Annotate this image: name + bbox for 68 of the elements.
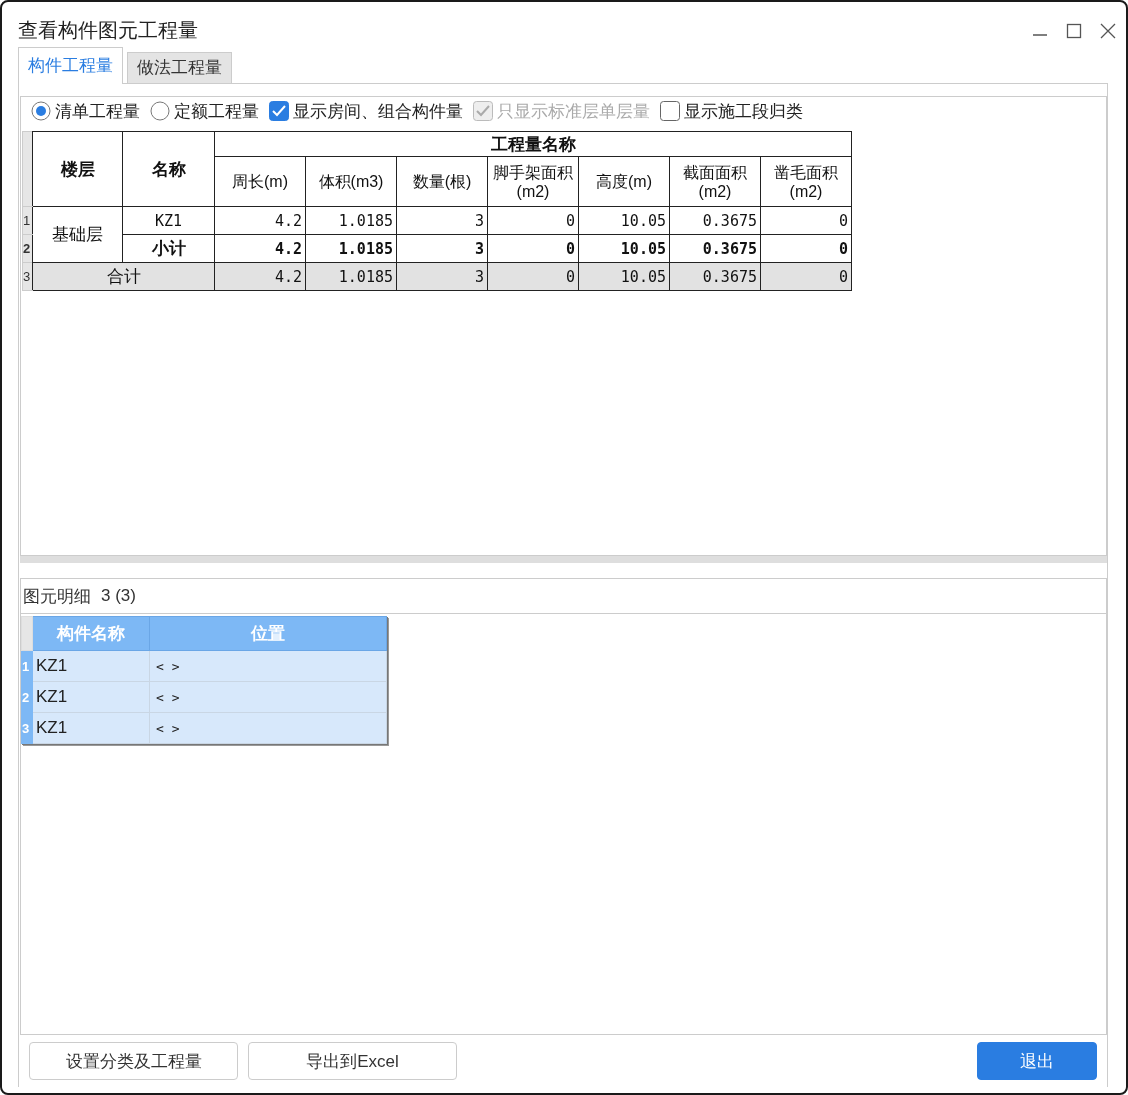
table-cell: KZ1	[32, 681, 150, 713]
tab[interactable]: 做法工程量	[127, 52, 232, 83]
row-header	[21, 616, 33, 651]
option-label: 清单工程量	[55, 100, 140, 123]
column-header: 位置	[149, 616, 387, 651]
checkbox[interactable]	[660, 101, 680, 121]
column-header: 体积(m3)	[305, 156, 397, 207]
table-cell: 10.05	[578, 206, 670, 235]
row-number: 1	[21, 650, 33, 682]
table-cell: 3	[396, 206, 488, 235]
row-number: 2	[21, 681, 33, 713]
column-header: 高度(m)	[578, 156, 670, 207]
table-cell: KZ1	[32, 650, 150, 682]
table-cell: 0	[760, 262, 852, 291]
table-cell: 0	[760, 206, 852, 235]
table-cell: 10.05	[578, 262, 670, 291]
option-label: 定额工程量	[174, 100, 259, 123]
row-number: 1	[22, 206, 33, 235]
column-header: 脚手架面积(m2)	[487, 156, 579, 207]
table-cell: 0.3675	[669, 262, 761, 291]
row-number: 3	[22, 262, 33, 291]
maximize-icon[interactable]	[1066, 23, 1082, 39]
column-header: 数量(根)	[396, 156, 488, 207]
table-cell: KZ1	[32, 712, 150, 744]
option-label: 显示房间、组合构件量	[293, 100, 463, 123]
table-cell: 10.05	[578, 234, 670, 263]
button[interactable]: 设置分类及工程量	[29, 1042, 238, 1080]
table-cell: 1.0185	[305, 262, 397, 291]
column-header: 楼层	[32, 131, 123, 207]
table-cell: 小计	[122, 234, 215, 263]
table-cell: 4.2	[214, 234, 306, 263]
column-header: 截面面积(m2)	[669, 156, 761, 207]
count-label: 3 (3)	[101, 586, 136, 606]
button[interactable]: 导出到Excel	[248, 1042, 457, 1080]
option-label: 显示施工段归类	[684, 100, 803, 123]
column-header: 周长(m)	[214, 156, 306, 207]
option-label: 只显示标准层单层量	[497, 100, 650, 123]
button[interactable]: 退出	[977, 1042, 1097, 1080]
window-title: 查看构件图元工程量	[18, 18, 198, 43]
column-header: 凿毛面积(m2)	[760, 156, 852, 207]
row-number: 3	[21, 712, 33, 744]
close-icon[interactable]	[1100, 23, 1116, 39]
table-cell: 4.2	[214, 262, 306, 291]
table-cell: 0.3675	[669, 206, 761, 235]
radio-button[interactable]	[150, 101, 170, 121]
tab[interactable]: 构件工程量	[18, 47, 123, 84]
table-cell: 1.0185	[305, 206, 397, 235]
table-cell: 3	[396, 234, 488, 263]
column-header: 构件名称	[32, 616, 150, 651]
checkbox[interactable]	[269, 101, 289, 121]
table-cell: 4.2	[214, 206, 306, 235]
table-cell: < >	[149, 712, 387, 744]
table-cell: < >	[149, 681, 387, 713]
table-cell: KZ1	[122, 206, 215, 235]
column-header: 工程量名称	[214, 131, 852, 157]
table-cell: 3	[396, 262, 488, 291]
row-number: 2	[22, 234, 33, 263]
table-cell: 0	[487, 206, 579, 235]
table-cell: < >	[149, 650, 387, 682]
table-cell: 合计	[32, 262, 215, 291]
section-title: 图元明细	[23, 585, 91, 608]
table-cell: 1.0185	[305, 234, 397, 263]
table-cell: 0	[487, 262, 579, 291]
table-cell: 0	[487, 234, 579, 263]
column-header: 名称	[122, 131, 215, 207]
table-cell: 0	[760, 234, 852, 263]
radio-button[interactable]	[31, 101, 51, 121]
table-cell: 0.3675	[669, 234, 761, 263]
